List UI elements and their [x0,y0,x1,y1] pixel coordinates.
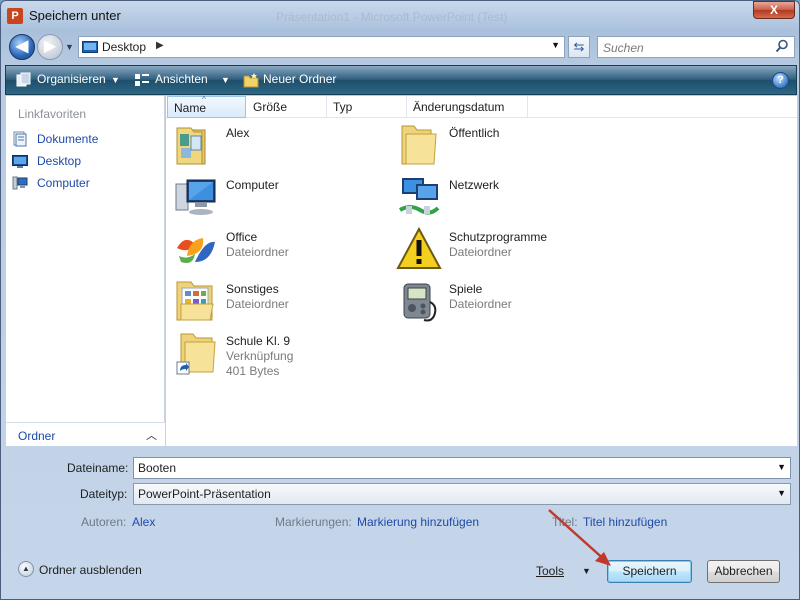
filename-input[interactable]: Booten ▼ [133,457,791,479]
background-window-title: Präsentation1 - Microsoft PowerPoint (Te… [276,10,508,24]
refresh-button[interactable]: ⇆ [568,36,590,58]
organize-dropdown-icon[interactable]: ▼ [111,75,120,85]
filetype-select[interactable]: PowerPoint-Präsentation ▼ [133,483,791,505]
views-icon [135,74,149,86]
authors-field[interactable]: Alex [132,515,155,529]
new-folder-button[interactable]: Neuer Ordner [263,72,336,86]
organize-menu[interactable]: Organisieren [37,72,106,86]
tags-label: Markierungen: [275,515,352,529]
address-text: Desktop [102,40,147,54]
chevron-down-icon[interactable]: ▼ [777,488,786,498]
desktop-icon [82,41,98,53]
filename-label: Dateiname: [67,461,129,475]
sidebar-item-label: Computer [37,176,90,190]
column-headers: ^ Name Größe Typ Änderungsdatum [166,95,797,118]
close-button[interactable]: X [753,1,795,19]
item-type: Dateiordner [449,245,512,259]
powerpoint-app-icon: P [7,8,23,24]
computer-icon [12,176,28,190]
list-item-network[interactable]: Netzwerk [390,174,610,224]
shortcut-folder-icon [176,333,216,375]
column-header-name[interactable]: ^ Name [167,95,246,118]
user-folder-icon [176,127,206,165]
views-dropdown-icon[interactable]: ▼ [221,75,230,85]
recent-pages-dropdown[interactable]: ▼ [65,42,74,52]
item-name: Computer [226,178,279,192]
list-item-alex[interactable]: Alex [167,122,387,172]
annotation-arrow-icon [548,509,611,566]
navigation-bar: ◀ ▶ ▼ Desktop ▶ ▼ ⇆ Suchen [1,31,799,63]
folder-icon [401,125,437,165]
back-button[interactable]: ◀ [9,34,35,60]
item-type: Dateiordner [226,245,289,259]
sidebar-item-label: Desktop [37,154,82,168]
game-device-icon [403,283,437,322]
sidebar-item-desktop[interactable]: Desktop [12,152,162,170]
title-bar: P Speichern unter Präsentation1 - Micros… [1,1,799,31]
file-list-pane: ^ Name Größe Typ Änderungsdatum Alex Öff… [166,95,797,446]
tags-field[interactable]: Markierung hinzufügen [357,515,479,529]
list-item-computer[interactable]: Computer [167,174,387,224]
favorite-links-heading: Linkfavoriten [18,107,87,121]
computer-icon [175,179,216,215]
column-header-type[interactable]: Typ [327,96,407,118]
sidebar-item-documents[interactable]: Dokumente [12,130,162,148]
sidebar-item-label: Dokumente [37,132,99,146]
command-toolbar: Organisieren ▼ Ansichten ▼ Neuer Ordner … [5,65,797,95]
documents-icon [13,131,27,147]
item-type: Dateiordner [226,297,289,311]
filetype-value: PowerPoint-Präsentation [138,487,271,501]
column-header-size[interactable]: Größe [247,96,327,118]
organize-icon [16,72,31,87]
item-name: Schutzprogramme [449,230,548,244]
column-header-date[interactable]: Änderungsdatum [407,96,528,118]
sidebar-item-computer[interactable]: Computer [12,174,162,192]
desktop-icon [12,155,28,168]
item-name: Sonstiges [226,282,279,296]
chevron-down-icon[interactable]: ▼ [777,462,786,472]
item-type: Verknüpfung [226,349,294,363]
list-item-public[interactable]: Öffentlich [390,122,610,172]
item-name: Alex [226,126,250,140]
office-logo-icon [177,238,215,263]
views-menu[interactable]: Ansichten [155,72,208,86]
address-dropdown-icon[interactable]: ▼ [551,40,560,50]
item-type: Dateiordner [449,297,512,311]
folders-label: Ordner [18,429,56,443]
search-icon[interactable] [775,39,789,53]
item-name: Schule Kl. 9 [226,334,291,348]
save-as-dialog: P Speichern unter Präsentation1 - Micros… [0,0,800,600]
address-bar[interactable]: Desktop ▶ ▼ [78,36,565,58]
dialog-title: Speichern unter [29,8,121,23]
list-item-misc[interactable]: Sonstiges Dateiordner [167,278,387,328]
list-item-protection-programs[interactable]: Schutzprogramme Dateiordner [390,226,610,276]
breadcrumb-chevron-icon[interactable]: ▶ [156,40,164,51]
list-item-shortcut-school[interactable]: Schule Kl. 9 Verknüpfung 401 Bytes [167,330,387,380]
cancel-button[interactable]: Abbrechen [707,560,780,583]
list-item-games[interactable]: Spiele Dateiordner [390,278,610,328]
folders-toggle-bar[interactable]: Ordner ︿ [6,422,165,446]
item-name: Spiele [449,282,483,296]
search-placeholder: Suchen [603,41,644,55]
folder-icon [176,281,214,321]
search-input[interactable]: Suchen [597,36,795,58]
hide-folders-button[interactable]: Ordner ausblenden [39,563,142,577]
item-name: Office [226,230,258,244]
help-button[interactable]: ? [772,72,789,89]
new-folder-icon [243,73,259,88]
chevron-up-icon[interactable]: ▲ [18,561,34,577]
forward-button[interactable]: ▶ [37,34,63,60]
item-name: Öffentlich [449,126,500,140]
warning-icon [396,226,442,269]
filename-value: Booten [138,461,177,475]
item-name: Netzwerk [449,178,500,192]
sort-ascending-icon: ^ [202,95,206,104]
authors-label: Autoren: [81,515,127,529]
list-item-office[interactable]: Office Dateiordner [167,226,387,276]
item-size: 401 Bytes [226,364,280,378]
chevron-up-icon[interactable]: ︿ [146,427,157,443]
network-icon [398,178,440,215]
filetype-label: Dateityp: [80,487,128,501]
favorite-links-pane: Linkfavoriten Dokumente Desktop Computer [6,96,165,446]
